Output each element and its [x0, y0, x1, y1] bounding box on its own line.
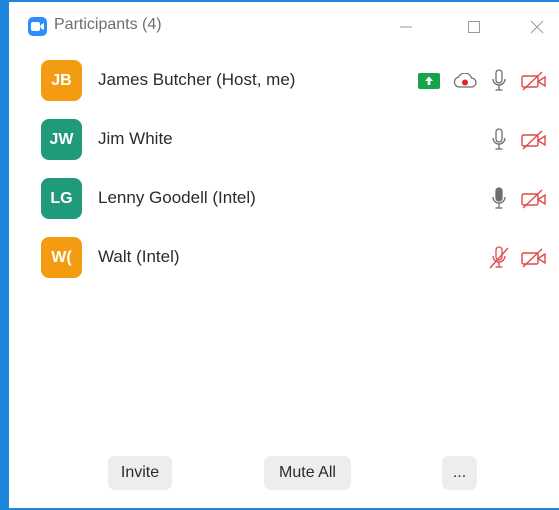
participant-row[interactable]: JW Jim White — [9, 111, 559, 169]
avatar: LG — [41, 178, 82, 219]
video-off-icon — [520, 245, 548, 271]
video-off-icon — [520, 127, 548, 153]
participant-name: Lenny Goodell (Intel) — [98, 188, 256, 207]
participant-name: James Butcher (Host, me) — [98, 70, 296, 89]
video-off-icon — [520, 186, 548, 212]
avatar: JB — [41, 60, 82, 101]
cloud-recording-icon — [453, 68, 477, 94]
avatar-initials: JW — [49, 130, 74, 148]
minimize-icon — [400, 26, 412, 28]
close-icon — [530, 20, 544, 34]
video-off-icon — [520, 68, 548, 94]
maximize-button[interactable] — [461, 14, 487, 40]
avatar: W( — [41, 237, 82, 278]
minimize-button[interactable] — [393, 14, 419, 40]
participant-name: Jim White — [98, 129, 173, 148]
avatar: JW — [41, 119, 82, 160]
participant-row[interactable]: JB James Butcher (Host, me) — [9, 52, 559, 110]
participant-row[interactable]: LG Lenny Goodell (Intel) — [9, 170, 559, 228]
footer-toolbar: Invite Mute All ... — [9, 456, 559, 490]
participant-row[interactable]: W( Walt (Intel) — [9, 229, 559, 287]
more-options-button[interactable]: ... — [442, 456, 477, 490]
zoom-logo-icon — [28, 17, 47, 36]
microphone-speaking-icon[interactable] — [491, 186, 507, 212]
invite-button[interactable]: Invite — [108, 456, 172, 490]
avatar-initials: LG — [50, 189, 73, 207]
avatar-initials: JB — [51, 71, 72, 89]
close-button[interactable] — [524, 14, 550, 40]
microphone-muted-icon[interactable] — [487, 245, 511, 271]
share-screen-icon — [418, 68, 440, 94]
microphone-icon[interactable] — [491, 68, 507, 94]
participants-window: Participants (4) JB James Butcher (Host,… — [0, 0, 559, 510]
microphone-icon[interactable] — [491, 127, 507, 153]
participant-name: Walt (Intel) — [98, 247, 180, 266]
title-bar: Participants (4) — [9, 2, 559, 50]
mute-all-button[interactable]: Mute All — [264, 456, 351, 490]
avatar-initials: W( — [51, 248, 72, 266]
maximize-icon — [468, 21, 480, 33]
window-title: Participants (4) — [54, 16, 162, 33]
